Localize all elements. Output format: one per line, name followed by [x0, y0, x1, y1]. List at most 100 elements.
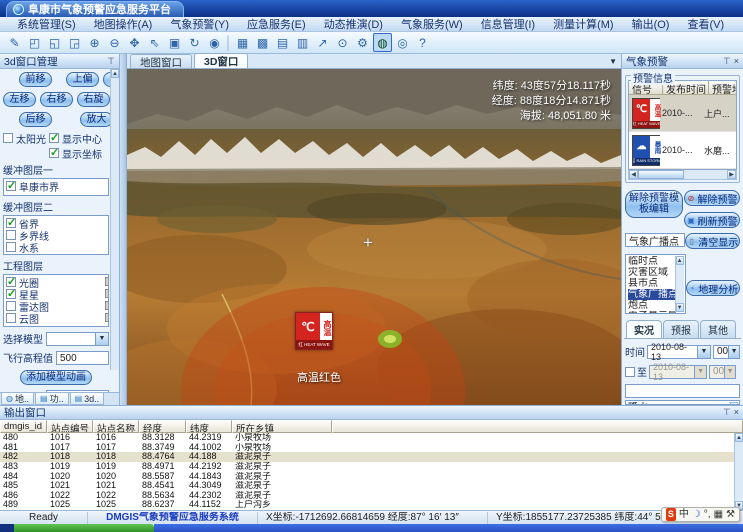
left-panel-tab[interactable]: ▤ 3d.. [70, 393, 105, 405]
print-preview-icon[interactable]: ▥ [293, 33, 312, 52]
camera-nav-button[interactable]: 左移 [3, 92, 36, 107]
pin-icon[interactable]: ⊤ [723, 407, 731, 418]
menu-item[interactable]: 系统管理(S) [8, 16, 85, 32]
geo-analysis-button[interactable]: ◔ 地理分析 [686, 280, 740, 296]
menu-item[interactable]: 气象服务(W) [392, 16, 472, 32]
zoom-out-icon[interactable]: ⊖ [105, 33, 124, 52]
menu-item[interactable]: 地图操作(A) [85, 16, 162, 32]
tab-map-window[interactable]: 地图窗口 [130, 54, 192, 68]
camera-nav-button[interactable]: 后移 [19, 112, 52, 127]
scroll-up-icon[interactable]: ▲ [676, 256, 684, 265]
scrollbar-thumb[interactable] [638, 170, 684, 179]
point-type-item[interactable]: 气象广播点 [628, 289, 676, 300]
scroll-down-icon[interactable]: ▼ [676, 303, 684, 312]
start-button[interactable] [14, 524, 154, 532]
refresh-warning-button[interactable]: ▣ 刷新预警 [684, 212, 740, 228]
zoom-select-icon[interactable]: ◲ [65, 33, 84, 52]
station-table-row[interactable]: 480 1016 1016 88.3128 44.2319 小泉牧场 [0, 433, 743, 443]
layer-settings-button[interactable] [105, 313, 109, 322]
element-list-vscrollbar[interactable]: ▲ ▼ [729, 402, 738, 403]
full-extent-icon[interactable]: ▣ [165, 33, 184, 52]
camera-nav-button[interactable]: 右旋 [77, 92, 110, 107]
image-export-icon[interactable]: ▦ [233, 33, 252, 52]
menu-item[interactable]: 信息管理(I) [472, 16, 544, 32]
map-image-icon[interactable]: ▩ [253, 33, 272, 52]
panel-splitter[interactable] [120, 54, 127, 405]
left-panel-tab[interactable]: ▤ 功.. [35, 393, 69, 405]
menu-item[interactable]: 查看(V) [678, 16, 733, 32]
date-from-combo[interactable]: 2010-08-13▼ [647, 345, 711, 359]
camera-nav-button[interactable]: 放大 [80, 112, 113, 127]
broadcast-point-combo[interactable]: 气象广播点 [625, 233, 685, 247]
animation-frames-input[interactable]: 300 [46, 390, 109, 393]
fly-mode-icon[interactable]: ↗ [313, 33, 332, 52]
col-dmgis-id[interactable]: dmgis_id [0, 420, 47, 433]
remove-warning-template-button[interactable]: 解除预警模板编辑 [625, 190, 683, 218]
camera-nav-button[interactable]: 前移 [19, 72, 52, 87]
station-table-row[interactable]: 484 1020 1020 88.5587 44.1843 滋泥泉子 [0, 471, 743, 481]
col-latitude[interactable]: 纬度 [186, 420, 232, 433]
hour-to-combo[interactable]: 00▼ [709, 365, 736, 379]
point-type-item[interactable]: 县市点 [628, 278, 676, 289]
col-station-name[interactable]: 站点名称 [93, 420, 139, 433]
layer-checkbox[interactable]: 水系 [6, 241, 106, 253]
chevron-down-icon[interactable]: ▼ [697, 346, 710, 358]
col-longitude[interactable]: 经度 [139, 420, 186, 433]
menu-item[interactable]: 输出(O) [623, 16, 679, 32]
heat-wave-warning-marker[interactable]: ℃ 高温 红 HEAT WAVE [295, 312, 333, 352]
chevron-down-icon[interactable]: ▼ [95, 333, 108, 345]
close-icon[interactable]: × [734, 407, 739, 418]
eye-icon[interactable]: ◎ [393, 33, 412, 52]
point-type-item[interactable]: 炮点 [628, 300, 676, 311]
identify-icon[interactable]: ◉ [205, 33, 224, 52]
layer-settings-button[interactable] [105, 289, 109, 298]
col-warning-area[interactable]: 预警地区 [709, 81, 737, 95]
ime-toolbox-icon[interactable]: ⚒ [726, 508, 735, 521]
left-panel-tab[interactable]: ◍ 地.. [1, 393, 34, 405]
forecast-tab[interactable]: 实况 [626, 320, 662, 338]
layer-settings-button[interactable] [105, 277, 109, 286]
map-3d-view[interactable]: 纬度: 43度57分18.117秒 经度: 88度18分14.871秒 海拔: … [127, 69, 621, 405]
layer-checkbox[interactable]: 阜康市界 [6, 180, 106, 192]
pin-icon[interactable]: ⊤ [723, 56, 731, 67]
menu-item[interactable]: 应急服务(E) [238, 16, 315, 32]
pan-hand-icon[interactable]: ✥ [125, 33, 144, 52]
point-type-item[interactable]: 电子显示屏点 [628, 311, 676, 314]
scroll-left-icon[interactable]: ◀ [629, 170, 638, 179]
output-vscrollbar[interactable]: ▲ ▼ [734, 433, 743, 510]
scroll-up-icon[interactable]: ▲ [735, 433, 743, 442]
close-icon[interactable]: × [734, 56, 739, 67]
col-station-no[interactable]: 站点编号 [47, 420, 93, 433]
station-table-row[interactable]: 486 1022 1022 88.5634 44.2302 滋泥泉子 [0, 491, 743, 501]
scroll-up-icon[interactable]: ▲ [730, 402, 738, 405]
chevron-down-icon[interactable]: ▼ [728, 346, 739, 358]
remove-warning-button[interactable]: ⊘ 解除预警 [684, 190, 740, 206]
camera-nav-button[interactable]: 上偏 [66, 72, 99, 87]
date-to-combo[interactable]: 2010-08-13▼ [649, 365, 707, 379]
sogou-input-icon[interactable]: S [666, 508, 676, 521]
forecast-tab[interactable]: 其他 [700, 320, 736, 338]
col-township[interactable]: 所在乡镇 [232, 420, 332, 433]
soft-keyboard-icon[interactable]: ▦ [714, 508, 723, 521]
forecast-tab[interactable]: 预报 [663, 320, 699, 338]
warning-row-heat[interactable]: ℃ 高温 红 HEAT WAVE 2010-... 上户... [629, 95, 736, 132]
layer-checkbox[interactable]: 云图 [6, 312, 106, 324]
pin-point-icon[interactable]: ⊙ [333, 33, 352, 52]
toolbar-divider[interactable]: │ [225, 33, 232, 52]
clear-display-button[interactable]: ▯ 清空显示 [685, 233, 740, 249]
tab-3d-window[interactable]: 3D窗口 [194, 53, 248, 68]
add-model-animation-button[interactable]: 添加模型动画 [20, 370, 92, 385]
taskbar-area[interactable] [154, 524, 743, 532]
model-select-combo[interactable]: ▼ [46, 332, 109, 346]
station-table-row[interactable]: 481 1017 1017 88.3749 44.1002 小泉牧场 [0, 443, 743, 453]
station-table-row[interactable]: 489 1025 1025 88.6237 44.1152 上户沟乡 [0, 500, 743, 510]
warning-row-rain[interactable]: ☁ 暴雨 蓝 RAIN STORM 2010-... 水磨... [629, 132, 736, 169]
help-icon[interactable]: ? [413, 33, 432, 52]
hour-from-combo[interactable]: 00▼ [713, 345, 740, 359]
pin-icon[interactable]: ⊤ [107, 56, 115, 67]
menu-item[interactable]: 测量计算(M) [544, 16, 623, 32]
weather-element-item[interactable]: 降水 [628, 402, 730, 405]
point-type-item[interactable]: 临时点 [628, 256, 676, 267]
settings-gear-icon[interactable]: ⚙ [353, 33, 372, 52]
menu-item[interactable]: 动态推演(D) [315, 16, 392, 32]
